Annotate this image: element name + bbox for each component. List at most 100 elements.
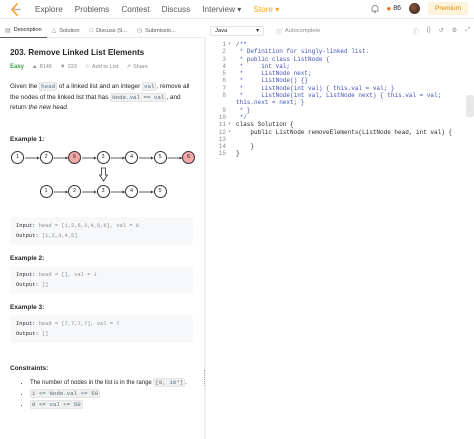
nav-interview[interactable]: Interview ▾: [202, 4, 241, 14]
flask-icon: △: [51, 28, 57, 34]
avatar[interactable]: [408, 3, 420, 14]
info-icon[interactable]: ⓘ: [413, 27, 419, 36]
line-number: 10: [218, 113, 226, 121]
list-node: 1: [11, 150, 24, 164]
resize-handle[interactable]: [204, 370, 206, 386]
list-node: 6: [182, 150, 195, 164]
thumbs-down-icon: ▼: [60, 64, 66, 70]
add-to-list-button[interactable]: ☆ Add to List: [85, 64, 118, 70]
tab-submissions-label: Submissio...: [145, 27, 176, 34]
example-2-heading: Example 2:: [10, 254, 45, 262]
fold-icon: [228, 70, 236, 77]
share-button[interactable]: ↗ Share: [126, 64, 148, 70]
example-1-input: head = [1,2,6,3,4,5,6], val = 6: [38, 222, 139, 229]
input-label: Input:: [16, 320, 36, 327]
down-arrow-icon: [98, 167, 109, 182]
language-select[interactable]: Java ▾: [210, 26, 264, 36]
example-1-output: [1,2,3,4,5]: [41, 232, 78, 239]
code-line: 11 ▾ class Solution {: [206, 121, 466, 128]
list-node: 3: [96, 150, 110, 164]
list-node: 4: [125, 150, 138, 164]
settings-icon[interactable]: ⚙: [452, 27, 457, 36]
line-number: 12: [218, 128, 226, 136]
line-number: 7: [222, 84, 226, 92]
code-editor[interactable]: 1 ▾/** 2 * Definition for singly-linked li…: [206, 41, 466, 158]
code-condition: Node.val == val: [110, 92, 167, 102]
nav-explore[interactable]: Explore: [35, 5, 63, 14]
example-3-output: []: [41, 330, 49, 337]
example-2-input: head = [], val = 1: [38, 271, 97, 278]
code-text: * Definition for singly-linked list.: [236, 48, 370, 56]
constraint-item: 0 <= val <= 50: [30, 399, 193, 410]
list-node: 1: [39, 184, 53, 198]
line-number: 2: [222, 48, 226, 56]
tab-description[interactable]: ▤ Description: [0, 24, 47, 38]
fold-icon: [228, 150, 236, 157]
chevron-down-icon: ▾: [256, 28, 259, 34]
problem-meta: Easy ▲ 8146 ▼ 233 ☆ Add to List ↗ Share: [10, 64, 193, 70]
desc-text-2: of a linked list and an integer: [57, 83, 142, 90]
list-node: 6: [68, 150, 81, 164]
scrollbar-thumb[interactable]: ⋮: [466, 95, 474, 117]
constraints-list: The number of nodes in the list is in th…: [10, 377, 193, 410]
list-node: 4: [125, 184, 138, 198]
fold-icon: [228, 92, 236, 99]
share-icon: ↗: [126, 64, 132, 70]
bell-icon[interactable]: [370, 4, 380, 14]
code-text: * int val;: [236, 62, 291, 70]
reset-icon[interactable]: ↺: [439, 27, 444, 36]
top-nav-bar: Explore Problems Contest Discuss Intervi…: [0, 0, 474, 19]
autocomplete-toggle[interactable]: ⓘ Autocomplete: [276, 27, 320, 36]
nav-problems[interactable]: Problems: [75, 5, 110, 14]
tab-discuss[interactable]: □ Discuss (9...: [85, 24, 132, 38]
streak-counter[interactable]: ● 86: [386, 4, 401, 13]
leetcode-logo-icon[interactable]: [10, 2, 21, 16]
dislike-button[interactable]: ▼ 233: [60, 64, 77, 70]
code-line: 13: [206, 136, 466, 143]
line-number: 6: [222, 77, 226, 85]
like-button[interactable]: ▲ 8146: [32, 64, 52, 70]
list-node: 5: [153, 184, 167, 198]
fold-icon: [228, 136, 236, 143]
example-3-heading: Example 3:: [10, 303, 45, 311]
fold-icon[interactable]: ▾: [228, 129, 236, 136]
code-val: val: [141, 82, 157, 91]
main-nav: Explore Problems Contest Discuss Intervi…: [35, 4, 291, 15]
info-icon: ⓘ: [276, 29, 282, 36]
editor-toolbar: Java ▾ ⓘ Autocomplete ⓘ {} ↺ ⚙ ⤢: [206, 24, 474, 38]
fold-icon[interactable]: ▾: [228, 121, 236, 128]
tab-submissions[interactable]: ◷ Submissio...: [132, 24, 181, 38]
nav-discuss[interactable]: Discuss: [162, 5, 191, 14]
code-text: * ListNode next;: [236, 70, 312, 78]
input-label: Input:: [16, 222, 36, 229]
code-line: 10 */: [206, 114, 466, 121]
nav-contest[interactable]: Contest: [121, 5, 149, 14]
history-icon: ◷: [136, 28, 143, 34]
editor-tools: ⓘ {} ↺ ⚙ ⤢: [405, 27, 470, 36]
fullscreen-icon[interactable]: ⤢: [465, 27, 470, 36]
line-number: 15: [218, 150, 226, 158]
thumbs-up-icon: ▲: [32, 64, 38, 70]
fold-icon: [228, 143, 236, 150]
code-line: 3 * public class ListNode {: [206, 56, 466, 63]
line-number: [206, 99, 228, 106]
code-text: * public class ListNode {: [236, 55, 330, 63]
code-line: 15}: [206, 150, 466, 157]
nav-store[interactable]: Store ▾: [253, 4, 279, 14]
language-value: Java: [215, 28, 228, 34]
premium-button[interactable]: Premium: [427, 2, 468, 15]
line-number: 5: [222, 70, 226, 78]
constraint-item: The number of nodes in the list is in th…: [30, 377, 193, 388]
dislikes-count: 233: [67, 64, 77, 70]
braces-icon[interactable]: {}: [427, 27, 431, 36]
code-text: }: [236, 150, 240, 158]
constraint-1-range: [0, 10⁴]: [153, 377, 186, 387]
problem-description-panel: 203. Remove Linked List Elements Easy ▲ …: [0, 38, 203, 439]
constraint-2-code: 1 <= Node.val <= 50: [30, 388, 101, 398]
constraint-1-end: .: [185, 379, 187, 386]
constraint-1-text: The number of nodes in the list is in th…: [30, 379, 154, 386]
list-node: 3: [96, 184, 110, 198]
top-right-controls: ● 86 Premium: [370, 2, 468, 15]
tab-solution[interactable]: △ Solution: [47, 24, 85, 38]
fold-icon[interactable]: ▾: [228, 41, 236, 48]
